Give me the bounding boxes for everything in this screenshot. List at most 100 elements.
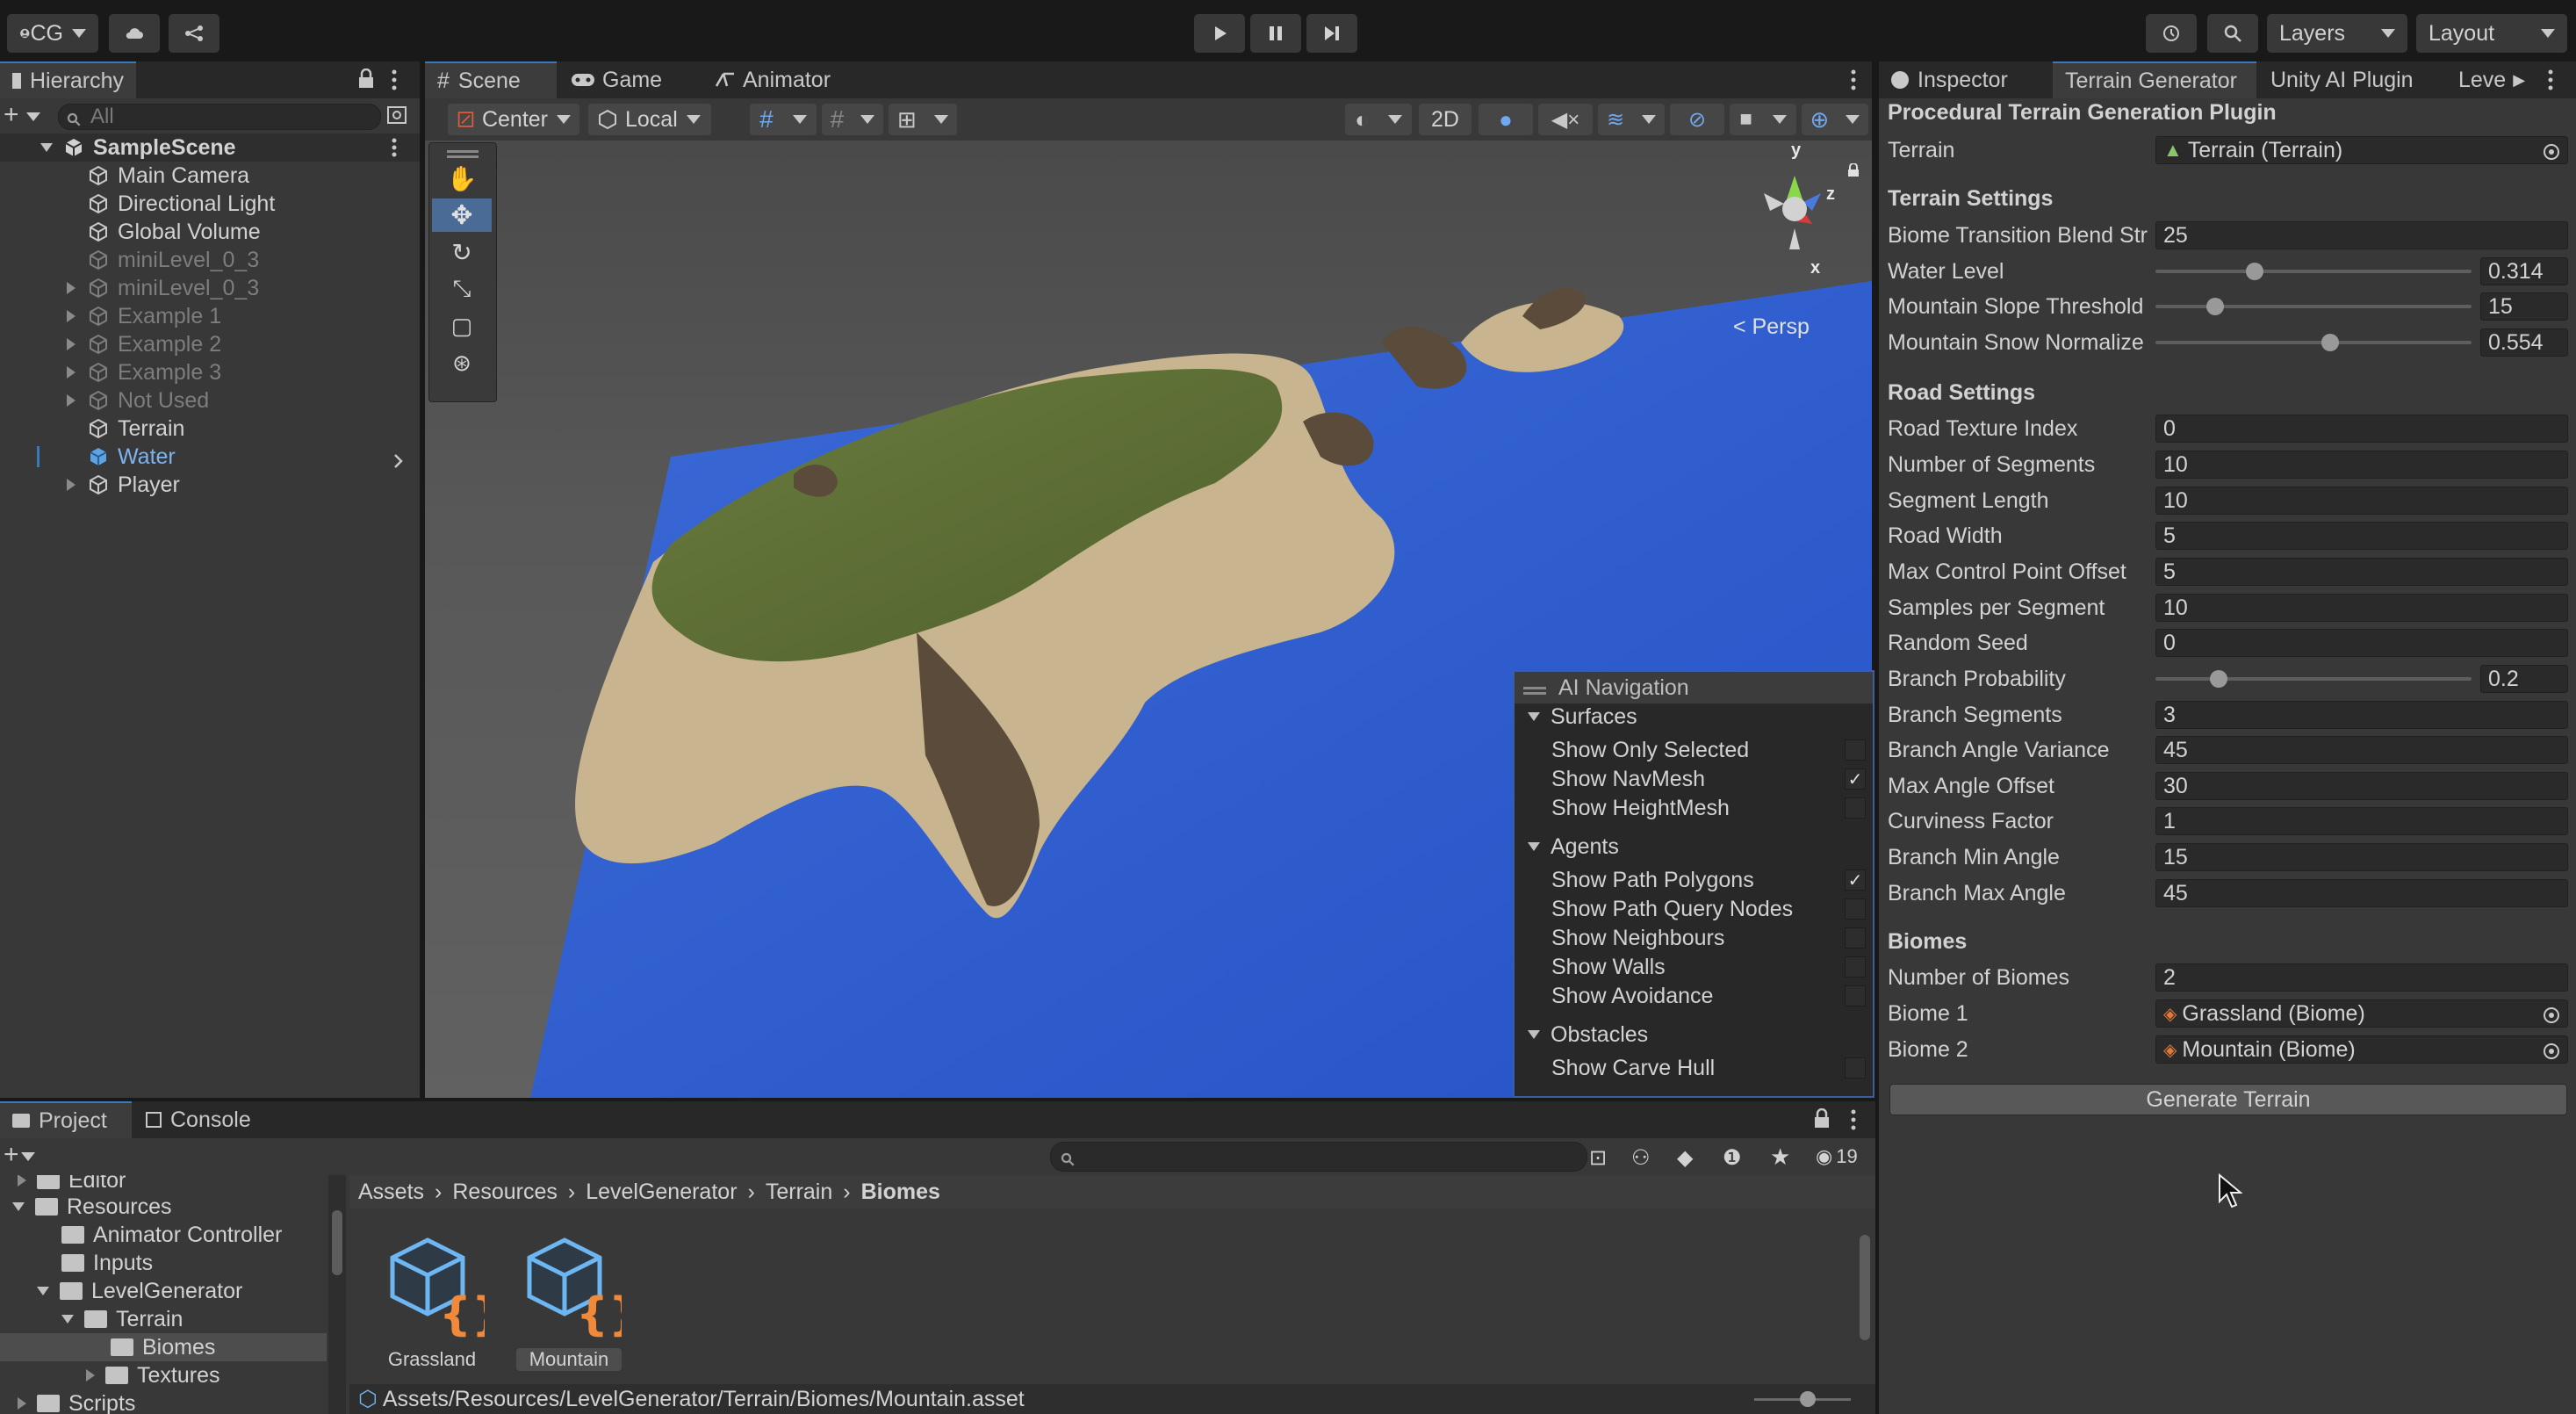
cloud-button[interactable] xyxy=(109,14,160,53)
lighting-toggle-button[interactable]: ● xyxy=(1479,104,1533,135)
water-level-slider-knob[interactable] xyxy=(2246,263,2264,280)
space-local-dropdown[interactable]: Local xyxy=(588,104,711,135)
show-heightmesh-row[interactable]: Show HeightMesh xyxy=(1551,794,1866,822)
show-navmesh-checkbox[interactable]: ✓ xyxy=(1845,768,1866,790)
max-control-point-offset-input[interactable]: 5 xyxy=(2155,558,2568,586)
show-path-polygons-checkbox[interactable]: ✓ xyxy=(1845,869,1866,891)
show-only-selected-checkbox[interactable] xyxy=(1845,739,1866,761)
rotate-tool-button[interactable]: ↻ xyxy=(432,235,492,269)
kebab-menu-icon[interactable] xyxy=(390,69,399,97)
folder-inputs[interactable]: Inputs xyxy=(61,1249,153,1277)
chevron-down-icon[interactable] xyxy=(26,112,40,121)
perspective-label[interactable]: < Persp xyxy=(1733,314,1810,340)
audio-toggle-button[interactable]: ◀× xyxy=(1538,104,1593,135)
generate-terrain-button[interactable]: Generate Terrain xyxy=(1889,1084,2567,1115)
breadcrumb-item-assets[interactable]: Assets xyxy=(358,1180,424,1205)
tab-inspector[interactable]: Inspector xyxy=(1879,61,2051,98)
branch-max-angle-input[interactable]: 45 xyxy=(2155,879,2568,907)
chevron-right-icon[interactable] xyxy=(67,310,76,322)
samples-per-segment-input[interactable]: 10 xyxy=(2155,594,2568,622)
show-avoidance-row[interactable]: Show Avoidance xyxy=(1551,982,1866,1010)
show-neighbours-row[interactable]: Show Neighbours xyxy=(1551,924,1866,952)
biome-blend-input[interactable]: 25 xyxy=(2155,221,2568,249)
hidden-packages-toggle[interactable]: ◉ 19 xyxy=(1816,1145,1858,1168)
branch-probability-input[interactable]: 0.2 xyxy=(2480,665,2568,693)
orientation-gizmo[interactable]: y z x xyxy=(1716,141,1865,316)
project-search-input[interactable] xyxy=(1050,1142,1587,1172)
effects-dropdown[interactable]: ≋ xyxy=(1598,104,1665,135)
kebab-menu-icon[interactable] xyxy=(2546,69,2555,97)
folder-scripts[interactable]: Scripts xyxy=(18,1389,135,1414)
camera-settings-dropdown[interactable]: ■ xyxy=(1730,104,1796,135)
surfaces-foldout[interactable]: Surfaces xyxy=(1528,703,1879,731)
drag-handle[interactable] xyxy=(447,150,479,153)
tab-game[interactable]: Game xyxy=(558,61,690,98)
scale-tool-button[interactable]: ⤡ xyxy=(432,272,492,306)
toggle-2d-button[interactable]: 2D xyxy=(1419,104,1471,135)
water-level-slider[interactable] xyxy=(2155,270,2472,273)
tab-unity-ai-plugin[interactable]: Unity AI Plugin xyxy=(2258,61,2444,98)
ai-navigation-header[interactable]: AI Navigation xyxy=(1515,672,1873,703)
show-walls-checkbox[interactable] xyxy=(1845,956,1866,978)
hidden-objects-toggle[interactable]: ⊘ xyxy=(1670,104,1724,135)
play-button[interactable] xyxy=(1194,14,1245,53)
segment-length-input[interactable]: 10 xyxy=(2155,487,2568,515)
branch-segments-input[interactable]: 3 xyxy=(2155,701,2568,729)
hand-tool-button[interactable]: ✋ xyxy=(432,162,492,195)
add-icon[interactable]: + xyxy=(4,1142,19,1168)
show-avoidance-checkbox[interactable] xyxy=(1845,985,1866,1006)
mountain-snow-slider[interactable] xyxy=(2155,341,2472,344)
drag-handle[interactable] xyxy=(1523,686,1546,689)
branch-min-angle-input[interactable]: 15 xyxy=(2155,843,2568,871)
hierarchy-item-player[interactable]: Player xyxy=(0,471,420,499)
pivot-center-dropdown[interactable]: Center xyxy=(448,104,579,135)
object-picker-icon[interactable] xyxy=(2543,1041,2560,1066)
road-texture-index-input[interactable]: 0 xyxy=(2155,415,2568,443)
chevron-right-icon[interactable] xyxy=(67,479,76,491)
chevron-right-icon[interactable] xyxy=(18,1397,26,1410)
add-icon[interactable]: + xyxy=(4,102,19,128)
chevron-right-icon[interactable] xyxy=(67,282,76,294)
assets-scrollbar[interactable] xyxy=(1856,1212,1874,1388)
scrollbar-thumb[interactable] xyxy=(332,1210,342,1275)
tab-project[interactable]: Project xyxy=(0,1101,132,1138)
biome-1-object-field[interactable]: ◈ Grassland (Biome) xyxy=(2155,999,2568,1028)
lock-icon[interactable] xyxy=(1812,1107,1831,1136)
scrollbar-thumb[interactable] xyxy=(1860,1235,1870,1340)
scene-search-icon[interactable] xyxy=(386,105,409,133)
show-carve-hull-checkbox[interactable] xyxy=(1845,1057,1866,1079)
asset-mountain[interactable]: {} Mountain xyxy=(516,1233,641,1374)
show-walls-row[interactable]: Show Walls xyxy=(1551,953,1866,981)
chevron-down-icon[interactable] xyxy=(61,1315,74,1324)
kebab-menu-icon[interactable] xyxy=(1849,1108,1858,1137)
hierarchy-item-water[interactable]: Water xyxy=(0,443,420,471)
folder-tree-scrollbar[interactable] xyxy=(328,1175,346,1414)
chevron-down-icon[interactable] xyxy=(37,1287,49,1295)
layout-dropdown[interactable]: Layout xyxy=(2416,14,2567,53)
number-of-segments-input[interactable]: 10 xyxy=(2155,451,2568,479)
icon-size-slider-knob[interactable] xyxy=(1800,1391,1816,1407)
folder-editor[interactable]: Editor xyxy=(18,1175,126,1194)
folder-terrain[interactable]: Terrain xyxy=(61,1305,183,1333)
hierarchy-item-example-3[interactable]: Example 3 xyxy=(0,358,420,386)
breadcrumb-item-biomes[interactable]: Biomes xyxy=(861,1180,940,1205)
lock-icon[interactable] xyxy=(356,68,376,96)
show-path-polygons-row[interactable]: Show Path Polygons ✓ xyxy=(1551,866,1866,894)
chevron-right-icon[interactable] xyxy=(67,394,76,407)
tab-hierarchy[interactable]: Hierarchy xyxy=(0,61,136,98)
tab-scene[interactable]: # Scene xyxy=(425,61,557,98)
chevron-down-icon[interactable] xyxy=(1528,842,1540,851)
agents-foldout[interactable]: Agents xyxy=(1528,833,1879,861)
hierarchy-item-not-used[interactable]: Not Used xyxy=(0,386,420,415)
grid-visibility-button[interactable]: # xyxy=(822,104,883,135)
folder-resources[interactable]: Resources xyxy=(12,1193,172,1221)
chevron-down-icon[interactable] xyxy=(40,143,53,152)
breadcrumb-item-levelgenerator[interactable]: LevelGenerator xyxy=(586,1180,737,1205)
hierarchy-item-main-camera[interactable]: Main Camera xyxy=(0,162,420,190)
chevron-down-icon[interactable] xyxy=(1528,1030,1540,1039)
mountain-snow-slider-knob[interactable] xyxy=(2321,334,2340,351)
object-picker-icon[interactable] xyxy=(2543,141,2560,167)
mountain-slope-slider[interactable] xyxy=(2155,305,2472,308)
increment-snap-button[interactable]: ⊞ xyxy=(889,104,957,135)
chevron-right-icon[interactable] xyxy=(67,338,76,350)
